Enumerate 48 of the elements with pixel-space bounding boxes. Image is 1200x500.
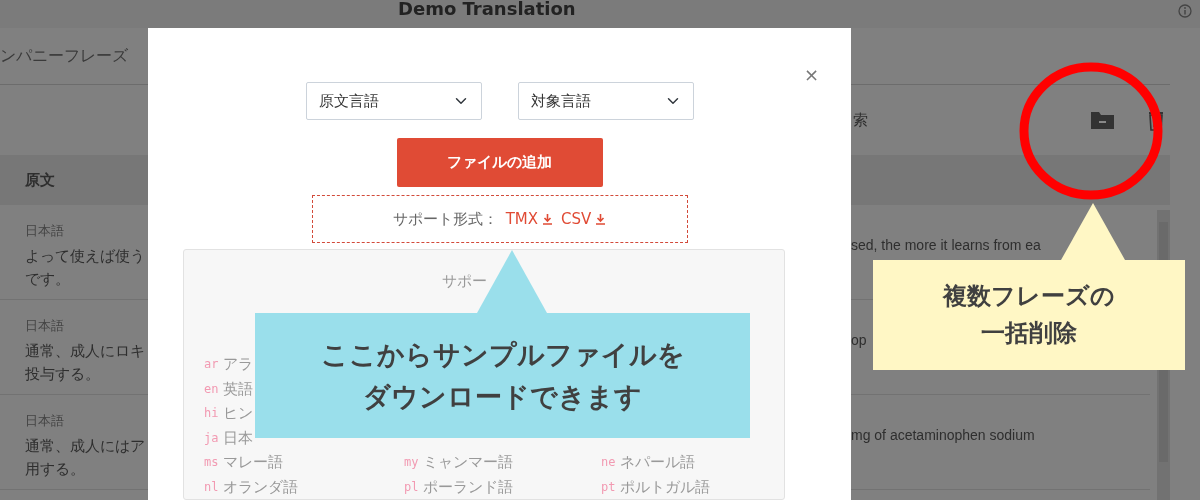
language-name: ミャンマー語 xyxy=(423,452,514,473)
language-name: オランダ語 xyxy=(223,476,299,498)
language-code: pt xyxy=(601,478,616,496)
language-name: ネパール語 xyxy=(620,452,696,473)
language-code: hi xyxy=(204,405,219,423)
trash-icon[interactable] xyxy=(1148,109,1164,131)
translation-text: op xyxy=(851,332,867,348)
add-file-button[interactable]: ファイルの追加 xyxy=(396,138,603,188)
download-link[interactable]: CSV xyxy=(561,207,607,231)
language-code: pl xyxy=(404,478,419,496)
page-title: Demo Translation xyxy=(398,0,576,18)
language-name: 英語 xyxy=(223,378,254,400)
language-code: ne xyxy=(601,454,616,472)
language-name: ポルトガル語 xyxy=(620,476,711,498)
download-icon[interactable] xyxy=(542,212,554,225)
language-code: ms xyxy=(204,454,219,472)
folder-minus-icon[interactable] xyxy=(1090,110,1115,130)
info-icon[interactable] xyxy=(1178,4,1192,18)
search-field[interactable]: 索 xyxy=(853,108,868,132)
language-label: 日本語 xyxy=(25,222,65,240)
language-name: 日本 xyxy=(223,427,254,449)
source-text: 通常、成人にはア 用する。 xyxy=(25,435,146,480)
formats-label: サポート形式： xyxy=(392,208,498,230)
language-label: 日本語 xyxy=(25,317,65,335)
source-text: よって使えば使う です。 xyxy=(25,245,146,290)
language-select[interactable]: 原文言語 xyxy=(305,82,482,120)
language-code: en xyxy=(204,380,219,398)
language-code: ar xyxy=(204,356,219,374)
callout-text: ここからサンプルファイルを ダウンロードできます xyxy=(320,337,685,414)
tab[interactable]: ンパニーフレーズ xyxy=(0,44,128,68)
source-text: 通常、成人にロキ 投与する。 xyxy=(25,340,146,385)
language-label: 日本語 xyxy=(25,412,65,430)
panel-title: サポー xyxy=(440,270,488,292)
download-icon[interactable] xyxy=(595,212,607,225)
language-code: ja xyxy=(204,429,219,447)
language-code: nl xyxy=(204,478,219,496)
language-select[interactable]: 対象言語 xyxy=(517,82,694,120)
language-name: アラ xyxy=(223,354,254,375)
language-name: マレー語 xyxy=(223,452,284,473)
translation-text: mg of acetaminophen sodium xyxy=(851,427,1035,443)
download-link[interactable]: TMX xyxy=(505,207,554,231)
language-name: ヒン xyxy=(223,403,254,424)
callout-text: 複数フレーズの 一括削除 xyxy=(943,280,1115,349)
close-button[interactable]: × xyxy=(803,66,819,84)
column-header: 原文 xyxy=(25,169,55,191)
language-name: ポーランド語 xyxy=(423,476,514,498)
language-code: my xyxy=(404,454,419,472)
translation-text: sed, the more it learns from ea xyxy=(851,237,1041,253)
